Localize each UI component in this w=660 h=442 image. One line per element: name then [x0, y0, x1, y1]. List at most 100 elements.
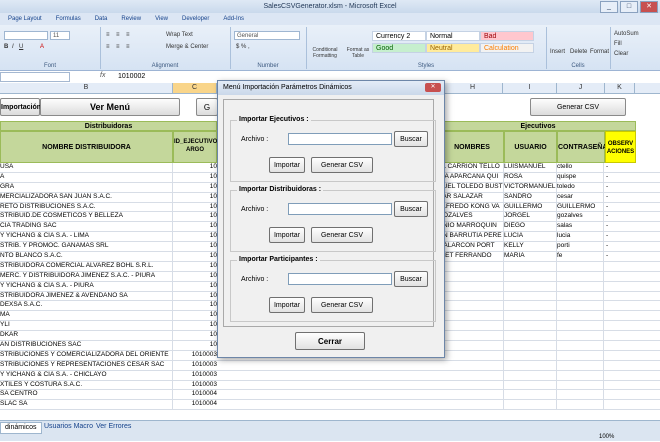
cell-nombres[interactable]	[438, 380, 504, 390]
cell-nombres[interactable]	[438, 341, 504, 350]
cell-nombres[interactable]: NIA APARCANA QUI	[438, 172, 504, 182]
style-neutral[interactable]: Neutral	[426, 43, 480, 53]
cell-id-ejecutivo[interactable]: 10	[173, 301, 217, 310]
cell-nombre-distribuidora[interactable]: DKAR	[0, 331, 173, 341]
dialog-close-icon[interactable]: ✕	[425, 83, 441, 92]
cell-id-ejecutivo[interactable]: 10	[173, 272, 217, 281]
cell-id-ejecutivo[interactable]: 1010003	[173, 351, 217, 360]
style-bad[interactable]: Bad	[480, 31, 534, 41]
cell-contrasena[interactable]	[557, 370, 604, 380]
generar-csv-distribuidoras-button[interactable]: Generar CSV	[311, 227, 373, 243]
cell-observaciones[interactable]	[606, 400, 636, 409]
cell-usuario[interactable]	[504, 341, 557, 350]
cell-contrasena[interactable]	[557, 301, 604, 311]
cell-nombres[interactable]	[438, 400, 504, 410]
importar-ejecutivos-button[interactable]: Importar	[269, 157, 305, 173]
cell-id-ejecutivo[interactable]: 10	[173, 311, 217, 320]
cell-contrasena[interactable]: quispe	[557, 172, 604, 182]
cerrar-button[interactable]: Cerrar	[295, 332, 365, 350]
cell-id-ejecutivo[interactable]: 1010003	[173, 381, 217, 390]
currency-icon[interactable]: $ % ,	[236, 44, 250, 50]
insert-button[interactable]: Insert	[550, 49, 565, 55]
cell-nombre-distribuidora[interactable]: Y YICHANG & CIA S.A. - CHICLAYO	[0, 370, 173, 380]
cell-observaciones[interactable]	[606, 321, 636, 330]
ver-menu-button[interactable]: Ver Menú	[40, 98, 180, 116]
cell-nombres[interactable]: SAR SALAZAR	[438, 192, 504, 202]
tab-data[interactable]: Data	[95, 13, 108, 25]
cell-observaciones[interactable]	[606, 351, 636, 360]
generar-csv-sheet-button[interactable]: Generar CSV	[530, 98, 626, 116]
cell-usuario[interactable]	[504, 400, 557, 410]
cell-nombres[interactable]	[438, 281, 504, 291]
cell-nombres[interactable]: EL CARRION TELLO	[438, 163, 504, 172]
cell-id-ejecutivo[interactable]: 10	[173, 341, 217, 350]
column-header-h[interactable]: H	[443, 83, 503, 93]
fx-icon[interactable]: fx	[100, 72, 105, 79]
cell-nombres[interactable]	[438, 360, 504, 370]
cell-id-ejecutivo[interactable]: 1010004	[173, 400, 217, 409]
cell-observaciones[interactable]	[606, 371, 636, 380]
cell-id-ejecutivo[interactable]: 10	[173, 331, 217, 340]
cell-observaciones[interactable]	[606, 390, 636, 399]
tab-dinamicos[interactable]: dinámicos	[0, 422, 42, 434]
ejecutivos-file-input[interactable]	[288, 133, 392, 145]
tab-developer[interactable]: Developer	[182, 13, 209, 25]
autosum-button[interactable]: AutoSum	[614, 31, 639, 37]
style-good[interactable]: Good	[372, 43, 426, 53]
cell-nombres[interactable]	[438, 390, 504, 400]
cell-id-ejecutivo[interactable]: 10	[173, 193, 217, 202]
cell-usuario[interactable]	[504, 271, 557, 281]
tab-formulas[interactable]: Formulas	[56, 13, 81, 25]
cell-nombre-distribuidora[interactable]: MA	[0, 311, 173, 321]
cell-contrasena[interactable]	[557, 360, 604, 370]
align-top-icon[interactable]: ≡	[106, 32, 110, 38]
underline-icon[interactable]: U	[19, 44, 23, 50]
cell-id-ejecutivo[interactable]: 10	[173, 183, 217, 192]
cell-contrasena[interactable]: lucia	[557, 232, 604, 242]
cell-id-ejecutivo[interactable]: 10	[173, 292, 217, 301]
cell-contrasena[interactable]	[557, 321, 604, 331]
cell-usuario[interactable]: ROSA	[504, 172, 557, 182]
column-header-b[interactable]: B	[0, 83, 173, 93]
buscar-distribuidoras-button[interactable]: Buscar	[394, 201, 428, 217]
cell-nombre-distribuidora[interactable]: STRIBUCIONES Y REPRESENTACIONES CESAR SA…	[0, 360, 173, 370]
cell-nombre-distribuidora[interactable]: Y YICHANG & CIA S.A. - LIMA	[0, 232, 173, 242]
format-button[interactable]: Format	[590, 49, 609, 55]
cell-nombres[interactable]	[438, 271, 504, 281]
cell-usuario[interactable]: DIEGO	[504, 222, 557, 232]
cell-nombre-distribuidora[interactable]: STRIB. Y PROMOC. GANAMAS SRL	[0, 242, 173, 252]
cell-usuario[interactable]	[504, 281, 557, 291]
cell-observaciones[interactable]	[606, 292, 636, 301]
cell-contrasena[interactable]	[557, 400, 604, 410]
cell-contrasena[interactable]	[557, 291, 604, 301]
name-box[interactable]	[0, 72, 70, 82]
cell-observaciones[interactable]	[606, 301, 636, 310]
cell-nombre-distribuidora[interactable]: STRIBUIDORA JIMENEZ & AVENDANO SA	[0, 291, 173, 301]
cell-observaciones[interactable]: -	[606, 173, 636, 182]
cell-usuario[interactable]	[504, 350, 557, 360]
italic-icon[interactable]: I	[12, 44, 14, 50]
close-icon[interactable]: ✕	[640, 1, 658, 13]
tab-review[interactable]: Review	[121, 13, 141, 25]
cell-usuario[interactable]: GUILLERMO	[504, 202, 557, 212]
cell-id-ejecutivo[interactable]: 10	[173, 321, 217, 330]
cell-nombre-distribuidora[interactable]: AN DISTRIBUCIONES SAC	[0, 341, 173, 350]
cell-nombre-distribuidora[interactable]: SLAC SA	[0, 400, 173, 410]
cell-observaciones[interactable]	[606, 262, 636, 271]
cell-id-ejecutivo[interactable]: 10	[173, 262, 217, 271]
cell-usuario[interactable]	[504, 390, 557, 400]
cell-nombre-distribuidora[interactable]: USA	[0, 163, 173, 172]
merge-center-button[interactable]: Merge & Center	[166, 44, 208, 50]
wrap-text-button[interactable]: Wrap Text	[166, 32, 193, 38]
cell-usuario[interactable]: SANDRO	[504, 192, 557, 202]
distribuidoras-file-input[interactable]	[288, 203, 392, 215]
cell-id-ejecutivo[interactable]: 10	[173, 203, 217, 212]
cell-id-ejecutivo[interactable]: 10	[173, 232, 217, 241]
buscar-participantes-button[interactable]: Buscar	[394, 271, 428, 287]
cell-nombres[interactable]	[438, 350, 504, 360]
table-row[interactable]: XTILES Y COSTURA S.A.C. 1010003	[0, 380, 660, 391]
cell-contrasena[interactable]	[557, 350, 604, 360]
cell-contrasena[interactable]: GUILLERMO	[557, 202, 604, 212]
buscar-ejecutivos-button[interactable]: Buscar	[394, 131, 428, 147]
cell-contrasena[interactable]: porti	[557, 242, 604, 252]
